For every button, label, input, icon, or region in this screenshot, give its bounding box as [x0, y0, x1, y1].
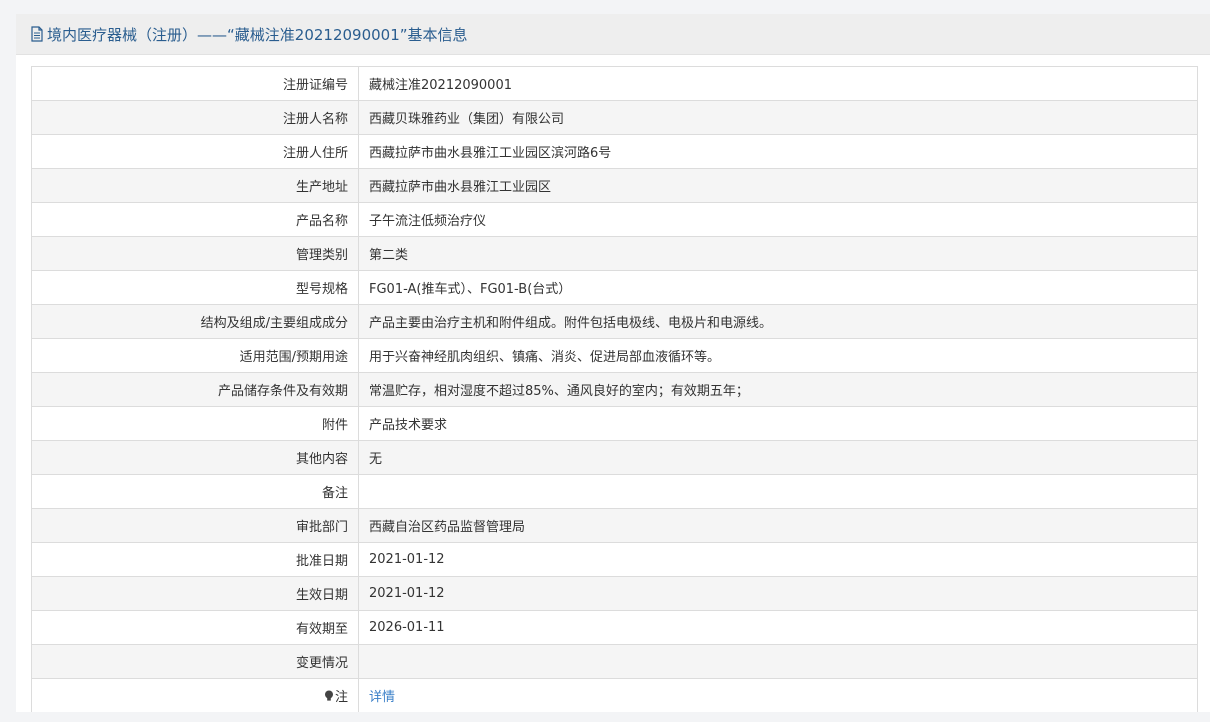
table-row: 备注	[31, 474, 1198, 509]
row-label: 注册人名称	[31, 100, 359, 135]
row-value: 子午流注低频治疗仪	[358, 202, 1198, 237]
row-label: 注册证编号	[31, 66, 359, 101]
table-row: 适用范围/预期用途 用于兴奋神经肌肉组织、镇痛、消炎、促进局部血液循环等。	[31, 338, 1198, 373]
row-label: 结构及组成/主要组成成分	[31, 304, 359, 339]
row-label: 备注	[31, 474, 359, 509]
table-row: 产品名称 子午流注低频治疗仪	[31, 202, 1198, 237]
row-value: 西藏拉萨市曲水县雅江工业园区	[358, 168, 1198, 203]
table-row: 审批部门 西藏自治区药品监督管理局	[31, 508, 1198, 543]
table-row: 其他内容 无	[31, 440, 1198, 475]
table-row: 产品储存条件及有效期 常温贮存，相对湿度不超过85%、通风良好的室内；有效期五年…	[31, 372, 1198, 407]
panel-header: 境内医疗器械（注册）——“藏械注准20212090001”基本信息	[16, 14, 1210, 55]
table-row: 生产地址 西藏拉萨市曲水县雅江工业园区	[31, 168, 1198, 203]
table-row: 型号规格 FG01-A(推车式）、FG01-B(台式）	[31, 270, 1198, 305]
page-title: 境内医疗器械（注册）——“藏械注准20212090001”基本信息	[47, 25, 468, 44]
row-label: 变更情况	[31, 644, 359, 679]
row-label: 生产地址	[31, 168, 359, 203]
row-value: 第二类	[358, 236, 1198, 271]
table-row: 变更情况	[31, 644, 1198, 679]
table-row: 注册人住所 西藏拉萨市曲水县雅江工业园区滨河路6号	[31, 134, 1198, 169]
row-value	[358, 474, 1198, 509]
document-icon	[31, 26, 43, 42]
row-label: 有效期至	[31, 610, 359, 645]
row-value: 西藏自治区药品监督管理局	[358, 508, 1198, 543]
page-bottom-band	[0, 712, 1210, 722]
info-table: 注册证编号 藏械注准20212090001 注册人名称 西藏贝珠雅药业（集团）有…	[31, 66, 1198, 713]
lightbulb-icon	[324, 690, 333, 701]
table-row: 生效日期 2021-01-12	[31, 576, 1198, 611]
row-value: 产品技术要求	[358, 406, 1198, 441]
note-label-cell: 注	[31, 678, 359, 713]
row-value: FG01-A(推车式）、FG01-B(台式）	[358, 270, 1198, 305]
table-row: 管理类别 第二类	[31, 236, 1198, 271]
info-panel: 境内医疗器械（注册）——“藏械注准20212090001”基本信息 注册证编号 …	[16, 14, 1210, 714]
row-value: 无	[358, 440, 1198, 475]
row-label: 产品储存条件及有效期	[31, 372, 359, 407]
row-label: 型号规格	[31, 270, 359, 305]
row-value: 用于兴奋神经肌肉组织、镇痛、消炎、促进局部血液循环等。	[358, 338, 1198, 373]
row-label: 管理类别	[31, 236, 359, 271]
row-label: 产品名称	[31, 202, 359, 237]
row-label: 适用范围/预期用途	[31, 338, 359, 373]
table-row: 注册人名称 西藏贝珠雅药业（集团）有限公司	[31, 100, 1198, 135]
row-value: 2021-01-12	[358, 576, 1198, 611]
row-value: 2021-01-12	[358, 542, 1198, 577]
row-value: 藏械注准20212090001	[358, 66, 1198, 101]
row-value: 西藏贝珠雅药业（集团）有限公司	[358, 100, 1198, 135]
row-value: 产品主要由治疗主机和附件组成。附件包括电极线、电极片和电源线。	[358, 304, 1198, 339]
row-value: 西藏拉萨市曲水县雅江工业园区滨河路6号	[358, 134, 1198, 169]
row-label: 注册人住所	[31, 134, 359, 169]
row-label: 其他内容	[31, 440, 359, 475]
row-value: 常温贮存，相对湿度不超过85%、通风良好的室内；有效期五年；	[358, 372, 1198, 407]
table-row: 有效期至 2026-01-11	[31, 610, 1198, 645]
row-label: 审批部门	[31, 508, 359, 543]
details-link[interactable]: 详情	[369, 690, 395, 705]
row-value: 2026-01-11	[358, 610, 1198, 645]
table-row: 批准日期 2021-01-12	[31, 542, 1198, 577]
row-label: 批准日期	[31, 542, 359, 577]
note-row: 注 详情	[31, 678, 1198, 713]
table-row: 注册证编号 藏械注准20212090001	[31, 66, 1198, 101]
row-value	[358, 644, 1198, 679]
row-label: 生效日期	[31, 576, 359, 611]
table-row: 附件 产品技术要求	[31, 406, 1198, 441]
note-label: 注	[334, 690, 348, 705]
table-row: 结构及组成/主要组成成分 产品主要由治疗主机和附件组成。附件包括电极线、电极片和…	[31, 304, 1198, 339]
note-value-cell: 详情	[358, 678, 1198, 713]
row-label: 附件	[31, 406, 359, 441]
